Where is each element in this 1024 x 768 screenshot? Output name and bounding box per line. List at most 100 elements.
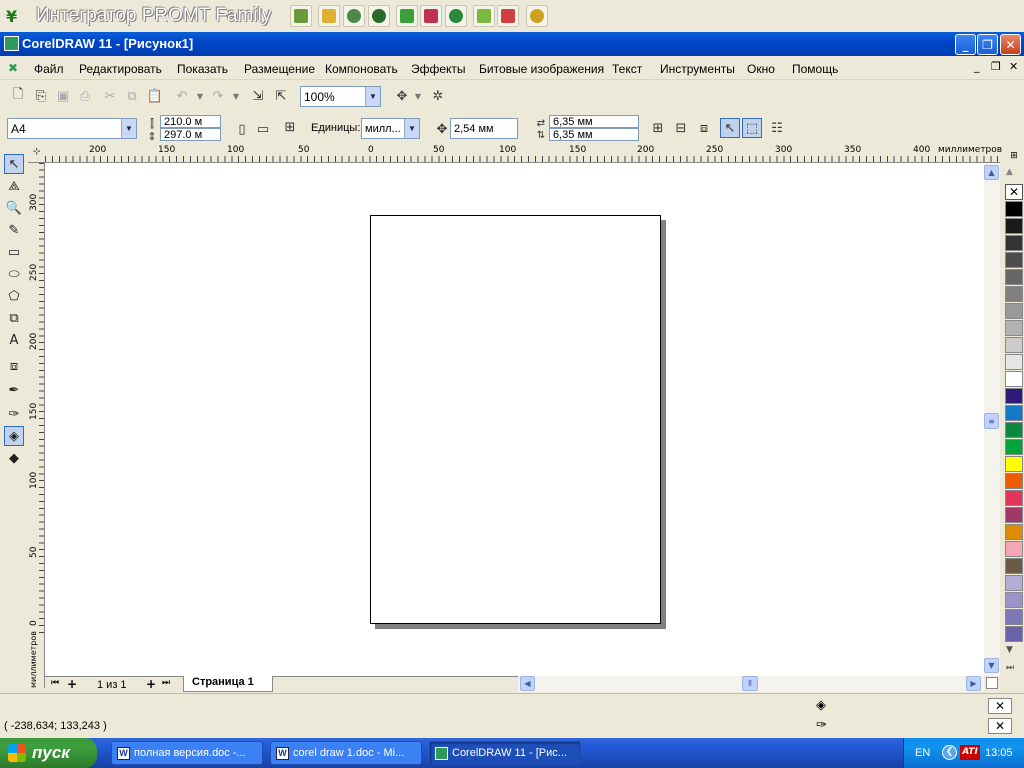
units-select[interactable]: милл... ▼ [361,118,420,139]
settings-gear-icon[interactable] [526,5,548,27]
ellipse-tool-icon[interactable]: ⬭ [4,264,24,284]
snap-to-grid-icon[interactable]: ⊞ [648,118,668,138]
portrait-icon[interactable]: ▯ [232,119,252,139]
window-title-bar[interactable]: CorelDRAW 11 - [Рисунок1] _ ❐ ✕ [0,32,1024,56]
menu-bitmaps[interactable]: Битовые изображения [479,62,604,76]
color-swatch[interactable] [1005,269,1023,285]
color-swatch[interactable] [1005,558,1023,574]
color-swatch[interactable] [1005,388,1023,404]
promt-logo-icon[interactable]: ¥ [6,7,26,27]
coreldraw-app-icon[interactable] [4,36,19,51]
add-page-before-icon[interactable]: + [67,677,77,691]
treat-as-filled-icon[interactable]: ↖ [720,118,740,138]
color-swatch[interactable] [1005,626,1023,642]
document-icon[interactable]: ✖ [8,61,18,75]
snap-to-objects-icon[interactable]: ⧈ [694,118,714,138]
menu-text[interactable]: Текст [612,62,642,76]
close-button[interactable]: ✕ [1000,34,1021,55]
menu-effects[interactable]: Эффекты [411,62,466,76]
color-swatch[interactable] [1005,235,1023,251]
first-page-icon[interactable]: ⏮ [51,678,59,688]
minimize-button[interactable]: _ [955,34,976,55]
color-swatch[interactable] [1005,575,1023,591]
print-icon[interactable]: ⎙ [75,86,95,106]
color-swatch[interactable] [1005,252,1023,268]
color-swatch[interactable] [1005,473,1023,489]
start-button[interactable]: пуск [0,738,97,768]
import-icon[interactable]: ⇲ [248,86,268,106]
save-icon[interactable]: ▣ [53,86,73,106]
color-swatch[interactable] [1005,371,1023,387]
palette-menu-icon[interactable]: ⊞ [1006,151,1022,163]
color-swatch[interactable] [1005,490,1023,506]
rectangle-tool-icon[interactable]: ▭ [4,242,24,262]
globe-icon[interactable] [445,5,467,27]
add-page-after-icon[interactable]: + [146,677,156,691]
menu-edit[interactable]: Редактировать [79,62,162,76]
vertical-scroll-thumb[interactable]: ≡ [984,413,999,429]
color-swatch[interactable] [1005,405,1023,421]
color-swatch[interactable] [1005,592,1023,608]
translate-file-icon[interactable] [290,5,312,27]
page-width-input[interactable]: 210.0 м [160,115,221,128]
basic-shapes-tool-icon[interactable]: ⧉ [4,308,24,328]
color-swatch[interactable] [1005,337,1023,353]
redo-dropdown-icon[interactable]: ▼ [226,86,246,106]
ruler-origin-icon[interactable]: ⊹ [33,147,41,157]
outline-none-icon[interactable]: ✕ [988,718,1012,734]
cut-icon[interactable]: ✂ [100,86,120,106]
color-swatch[interactable] [1005,456,1023,472]
fill-tool-icon[interactable]: ◈ [4,426,24,446]
polygon-tool-icon[interactable]: ⬠ [4,286,24,306]
language-indicator[interactable]: EN [915,747,930,759]
freehand-tool-icon[interactable]: ✎ [4,220,24,240]
eyedropper-tool-icon[interactable]: ✒ [4,380,24,400]
maximize-button[interactable]: ❐ [977,34,998,55]
color-swatch[interactable] [1005,303,1023,319]
menu-arrange[interactable]: Компоновать [325,62,398,76]
color-swatch[interactable] [1005,507,1023,523]
zoom-tool-icon[interactable]: 🔍 [4,198,24,218]
menu-window[interactable]: Окно [747,62,775,76]
last-page-icon[interactable]: ⏭ [162,678,170,688]
vertical-ruler[interactable]: 300 250 200 150 100 50 0 миллиметров [28,163,45,688]
undo-icon[interactable]: ↶ [172,86,192,106]
palette-scroll-down-icon[interactable]: ▼ [1006,645,1013,655]
doc-restore-button[interactable]: ❐ [991,60,1001,73]
menu-file[interactable]: Файл [34,62,64,76]
text-tool-icon[interactable]: A [4,330,24,350]
options-icon[interactable]: ☷ [767,118,787,138]
landscape-icon[interactable]: ▭ [253,119,273,139]
color-swatch[interactable] [1005,422,1023,438]
duplicate-y-input[interactable]: 6,35 мм [549,128,639,141]
app-launcher-dropdown-icon[interactable]: ▼ [408,86,428,106]
taskbar-item-coreldraw[interactable]: CorelDRAW 11 - [Рис... [429,741,581,765]
dictionary-icon[interactable] [343,5,365,27]
fill-none-icon[interactable]: ✕ [988,698,1012,714]
color-swatch[interactable] [1005,524,1023,540]
page-layout-icon[interactable]: ⊞ [280,117,300,137]
palette-expand-icon[interactable]: ⏭ [1006,663,1014,673]
menu-tools[interactable]: Инструменты [660,62,735,76]
color-swatch[interactable] [1005,541,1023,557]
vertical-scrollbar[interactable]: ▲ ≡ ▼ [984,163,1000,676]
paper-type-select[interactable]: A4 ▼ [7,118,137,139]
menu-layout[interactable]: Размещение [244,62,315,76]
interactive-blend-tool-icon[interactable]: ⧈ [4,356,24,376]
horizontal-scroll-thumb[interactable]: ⦀ [742,676,758,691]
menu-help[interactable]: Помощь [792,62,838,76]
zoom-select[interactable]: 100% ▼ [300,86,381,107]
pick-tool-icon[interactable]: ↖ [4,154,24,174]
taskbar-item-word-1[interactable]: Wполная версия.doc -... [111,741,263,765]
color-swatch[interactable] [1005,218,1023,234]
color-swatch[interactable] [1005,354,1023,370]
outline-indicator-icon[interactable]: ✑ [816,718,827,733]
ati-icon[interactable]: ATI [960,745,980,760]
scroll-down-icon[interactable]: ▼ [984,658,999,673]
color-swatch[interactable] [1005,320,1023,336]
page-height-input[interactable]: 297.0 м [160,128,221,141]
book-open-icon[interactable] [497,5,519,27]
web-translate-icon[interactable] [368,5,390,27]
taskbar-item-word-2[interactable]: Wcorel draw 1.doc - Mi... [270,741,422,765]
color-swatch[interactable] [1005,439,1023,455]
